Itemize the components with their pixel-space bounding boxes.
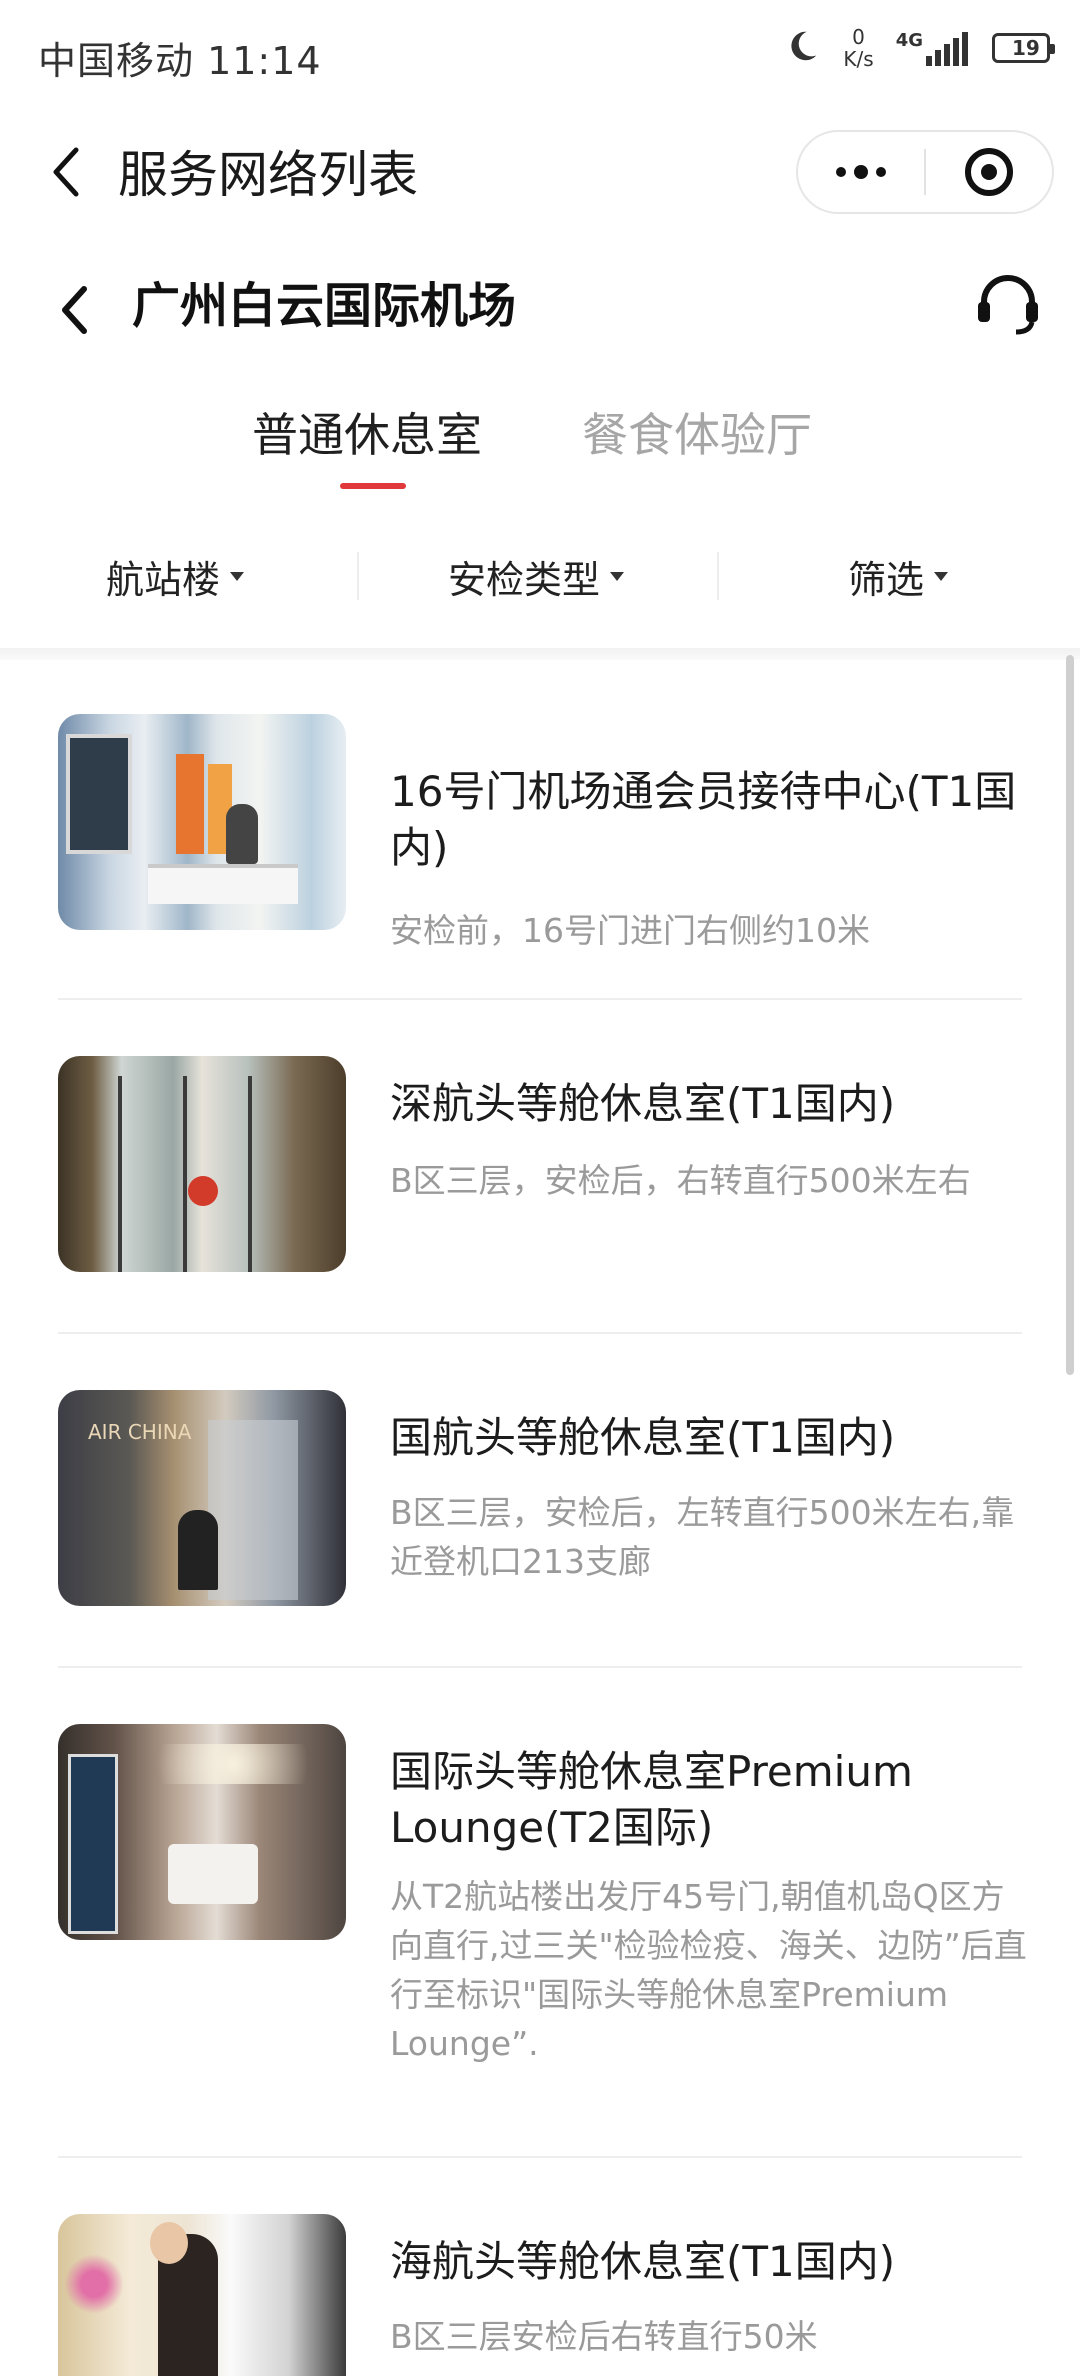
list-divider: [58, 998, 1022, 1000]
target-close-icon: [965, 148, 1013, 196]
list-divider: [58, 1666, 1022, 1668]
speed-unit: K/s: [843, 47, 874, 71]
battery-level: 19: [1012, 36, 1040, 60]
mini-program-capsule: [796, 130, 1054, 214]
lounge-description: 从T2航站楼出发厅45号门,朝值机岛Q区方向直行,过三关"检验检疫、海关、边防”…: [390, 1877, 1027, 2063]
lounge-title: 国际头等舱休息室Premium Lounge(T2国际): [390, 1747, 913, 1852]
filter-terminal-label: 航站楼: [106, 557, 221, 602]
lounge-description: B区三层，安检后，右转直行500米左右: [390, 1161, 971, 1200]
list-item[interactable]: 国际头等舱休息室Premium Lounge(T2国际) 从T2航站楼出发厅45…: [58, 1724, 1027, 2104]
dropdown-caret-icon: [934, 571, 949, 581]
dropdown-caret-icon: [230, 571, 245, 581]
section-gap: [0, 648, 1080, 660]
filter-bar: 航站楼 安检类型 筛选: [0, 540, 1080, 612]
more-button[interactable]: [798, 132, 924, 212]
page-header: 广州白云国际机场: [0, 250, 1080, 360]
filter-more-label: 筛选: [848, 557, 925, 602]
page-title: 广州白云国际机场: [132, 278, 517, 334]
lounge-thumbnail: [58, 1056, 346, 1272]
filter-divider: [717, 552, 719, 600]
carrier-time: 中国移动 11:14: [38, 39, 322, 83]
back-arrow-icon: [62, 286, 87, 334]
signal-icon: 4G: [896, 30, 970, 66]
lounge-title: 海航头等舱休息室(T1国内): [390, 2237, 896, 2286]
network-type: 4G: [895, 30, 923, 51]
nav-bar: 服务网络列表: [0, 120, 1080, 230]
list-item[interactable]: 16号门机场通会员接待中心(T1国内) 安检前，16号门进门右侧约10米: [58, 714, 1024, 954]
lounge-thumbnail: [58, 1724, 346, 1940]
lounge-description: B区三层安检后右转直行50米: [390, 2317, 818, 2356]
list-divider: [58, 1332, 1022, 1334]
status-icons: 0 K/s 4G 19: [783, 26, 1055, 70]
filter-terminal[interactable]: 航站楼: [106, 540, 245, 612]
network-speed: 0 K/s: [843, 26, 873, 70]
back-arrow-icon: [53, 147, 79, 197]
dropdown-caret-icon: [610, 571, 625, 581]
filter-security-type[interactable]: 安检类型: [448, 540, 625, 612]
battery-icon: 19: [992, 33, 1055, 63]
lounge-title: 16号门机场通会员接待中心(T1国内): [390, 767, 1017, 872]
customer-service-icon: [978, 275, 1038, 335]
list-item[interactable]: AIR CHINA 国航头等舱休息室(T1国内) B区三层，安检后，左转直行50…: [58, 1390, 1024, 1650]
lounge-thumbnail: [58, 2214, 346, 2376]
customer-service-button[interactable]: [972, 268, 1044, 340]
lounge-title: 深航头等舱休息室(T1国内): [390, 1079, 896, 1128]
nav-back-button[interactable]: [36, 142, 96, 202]
lounge-thumbnail: AIR CHINA: [58, 1390, 346, 1606]
list-item[interactable]: 深航头等舱休息室(T1国内) B区三层，安检后，右转直行500米左右: [58, 1056, 1024, 1276]
tab-dining[interactable]: 餐食体验厅: [582, 405, 812, 465]
filter-more[interactable]: 筛选: [848, 540, 949, 612]
nav-title: 服务网络列表: [118, 146, 418, 204]
filter-divider: [357, 552, 359, 600]
lounge-thumbnail: [58, 714, 346, 930]
lounge-description: B区三层，安检后，左转直行500米左右,靠近登机口213支廊: [390, 1493, 1015, 1581]
page-back-button[interactable]: [44, 280, 104, 340]
list-item[interactable]: 海航头等舱休息室(T1国内) B区三层安检后右转直行50米: [58, 2214, 1024, 2376]
close-mini-program-button[interactable]: [926, 132, 1052, 212]
lounge-description: 安检前，16号门进门右侧约10米: [390, 911, 870, 950]
active-tab-indicator: [340, 483, 406, 489]
more-dots-icon: [836, 165, 886, 179]
status-bar: 中国移动 11:14 0 K/s 4G 19: [0, 0, 1080, 110]
scrollbar[interactable]: [1066, 655, 1074, 1375]
tab-lounge[interactable]: 普通休息室: [252, 405, 482, 465]
list-divider: [58, 2156, 1022, 2158]
moon-icon: [783, 27, 821, 69]
lounge-title: 国航头等舱休息室(T1国内): [390, 1413, 896, 1462]
speed-value: 0: [852, 25, 865, 49]
filter-security-type-label: 安检类型: [448, 557, 601, 602]
